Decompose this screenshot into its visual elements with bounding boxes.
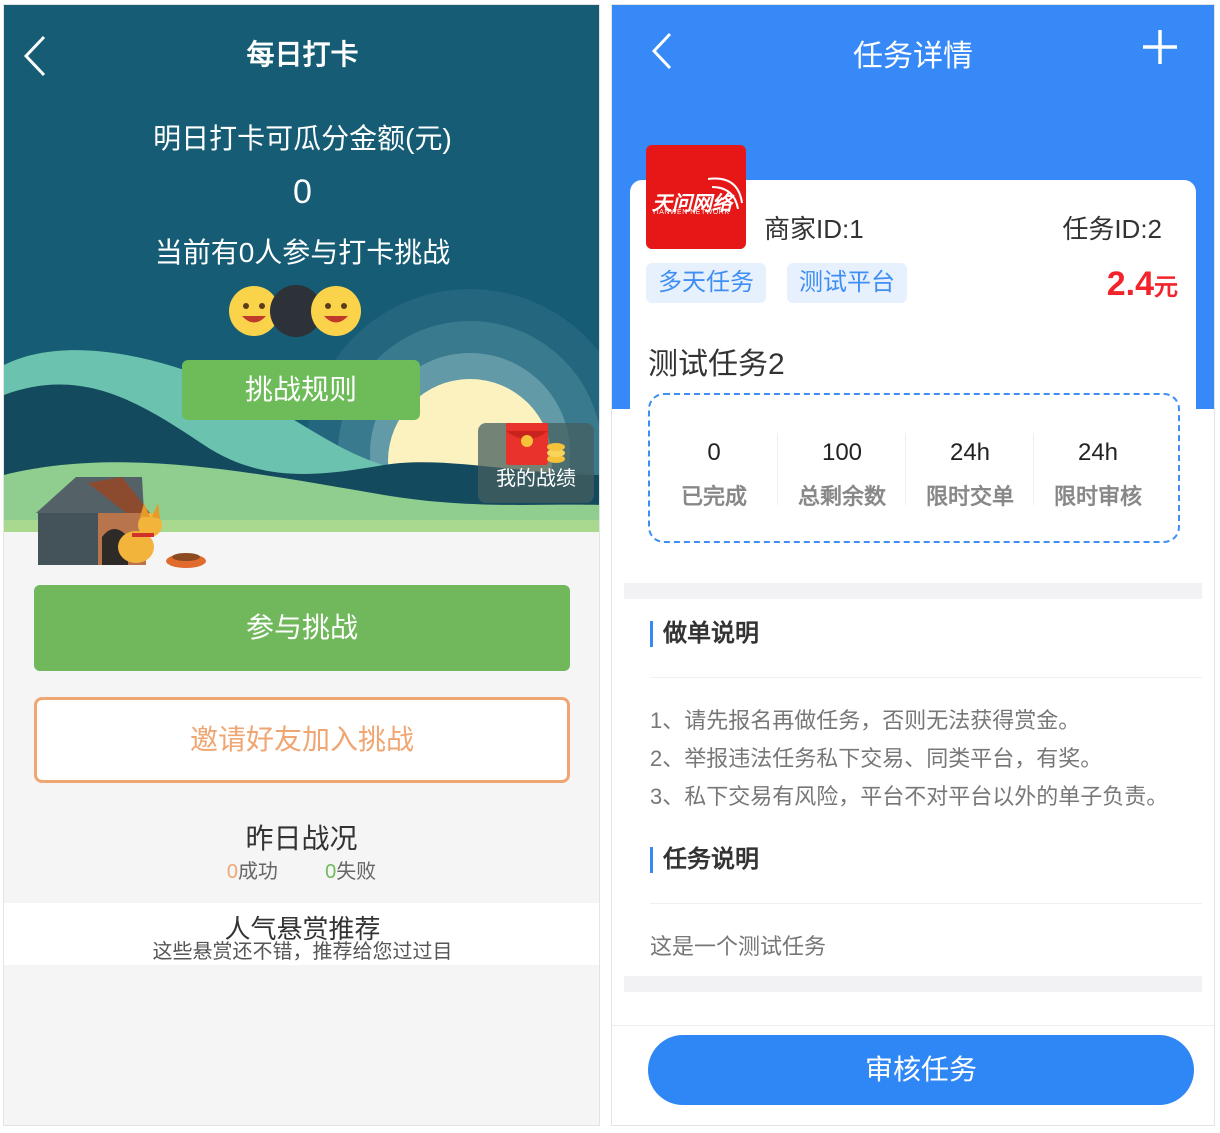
- section-divider: [624, 976, 1202, 992]
- instruction-item: 2、举报违法任务私下交易、同类平台，有奖。: [650, 746, 1103, 771]
- task-detail-screen: 任务详情 天问网络 TIANWEN NETWORK 商家ID:1 任务ID:2 …: [611, 4, 1215, 1126]
- stat-completed: 0 已完成: [650, 395, 778, 541]
- participant-avatars: [229, 285, 361, 337]
- logo-subtext: TIANWEN NETWORK: [652, 209, 730, 216]
- recommend-section: 人气悬赏推荐 这些悬赏还不错，推荐给您过过目: [4, 903, 599, 965]
- instructions-section: 做单说明 1、请先报名再做任务，否则无法获得赏金。 2、举报违法任务私下交易、同…: [624, 599, 1202, 976]
- stat-label: 限时审核: [1053, 484, 1142, 509]
- invite-friends-button[interactable]: 邀请好友加入挑战: [34, 697, 570, 783]
- merchant-logo: 天问网络 TIANWEN NETWORK: [646, 145, 746, 249]
- plus-icon[interactable]: [1140, 27, 1180, 67]
- fail-label: 失败: [336, 861, 377, 883]
- checkin-hero: 每日打卡 明日打卡可瓜分金额(元) 0 当前有0人参与打卡挑战 挑战规则 我的战…: [4, 5, 599, 532]
- task-stats: 0 已完成 100 总剩余数 24h 限时交单 24h 限时审核: [648, 393, 1180, 543]
- fail-count: 0: [325, 861, 337, 883]
- stat-label: 限时交单: [925, 484, 1014, 509]
- price-value: 2.4: [1106, 265, 1154, 303]
- success-label: 成功: [237, 861, 278, 883]
- join-challenge-button[interactable]: 参与挑战: [34, 585, 570, 671]
- daily-checkin-screen: 每日打卡 明日打卡可瓜分金额(元) 0 当前有0人参与打卡挑战 挑战规则 我的战…: [3, 4, 600, 1126]
- my-record-button[interactable]: 我的战绩: [478, 421, 594, 503]
- task-name: 测试任务2: [648, 348, 785, 381]
- page-title: 每日打卡: [246, 39, 359, 70]
- stat-value: 24h: [1077, 439, 1119, 466]
- stat-remaining: 100 总剩余数: [778, 395, 906, 541]
- page-title: 任务详情: [853, 40, 973, 73]
- stat-label: 总剩余数: [797, 484, 886, 509]
- success-count: 0: [226, 861, 238, 883]
- merchant-id: 商家ID:1: [764, 214, 864, 244]
- tag-test-platform: 测试平台: [787, 263, 907, 303]
- task-price: 2.4元: [1107, 265, 1178, 304]
- pool-amount: 0: [293, 173, 312, 211]
- task-id: 任务ID:2: [1062, 214, 1162, 244]
- tag-multiday: 多天任务: [646, 263, 766, 303]
- stat-review-limit: 24h 限时审核: [1034, 395, 1162, 541]
- recommend-subtitle: 这些悬赏还不错，推荐给您过过目: [152, 941, 453, 963]
- my-record-label: 我的战绩: [496, 468, 576, 490]
- stat-value: 24h: [949, 439, 991, 466]
- pool-label: 明日打卡可瓜分金额(元): [153, 123, 452, 154]
- description-text: 这是一个测试任务: [650, 934, 827, 959]
- smiley-avatar-icon: [311, 286, 361, 336]
- section-divider: [624, 583, 1202, 599]
- audit-task-button[interactable]: 审核任务: [648, 1035, 1194, 1105]
- stat-value: 100: [821, 439, 863, 466]
- stat-submit-limit: 24h 限时交单: [906, 395, 1034, 541]
- yesterday-stats: 0成功 0失败: [4, 855, 599, 884]
- instruction-item: 3、私下交易有风险，平台不对平台以外的单子负责。: [650, 784, 1169, 809]
- price-unit: 元: [1154, 274, 1178, 301]
- stat-value: 0: [707, 439, 721, 466]
- challenge-rules-button[interactable]: 挑战规则: [182, 360, 420, 420]
- doghouse-dog-illustration: [36, 477, 206, 568]
- stat-label: 已完成: [680, 484, 747, 509]
- yesterday-title: 昨日战况: [245, 823, 358, 854]
- description-heading: 任务说明: [650, 847, 759, 873]
- instructions-heading: 做单说明: [650, 621, 759, 647]
- participants-text: 当前有0人参与打卡挑战: [154, 237, 451, 268]
- instruction-item: 1、请先报名再做任务，否则无法获得赏金。: [650, 708, 1081, 733]
